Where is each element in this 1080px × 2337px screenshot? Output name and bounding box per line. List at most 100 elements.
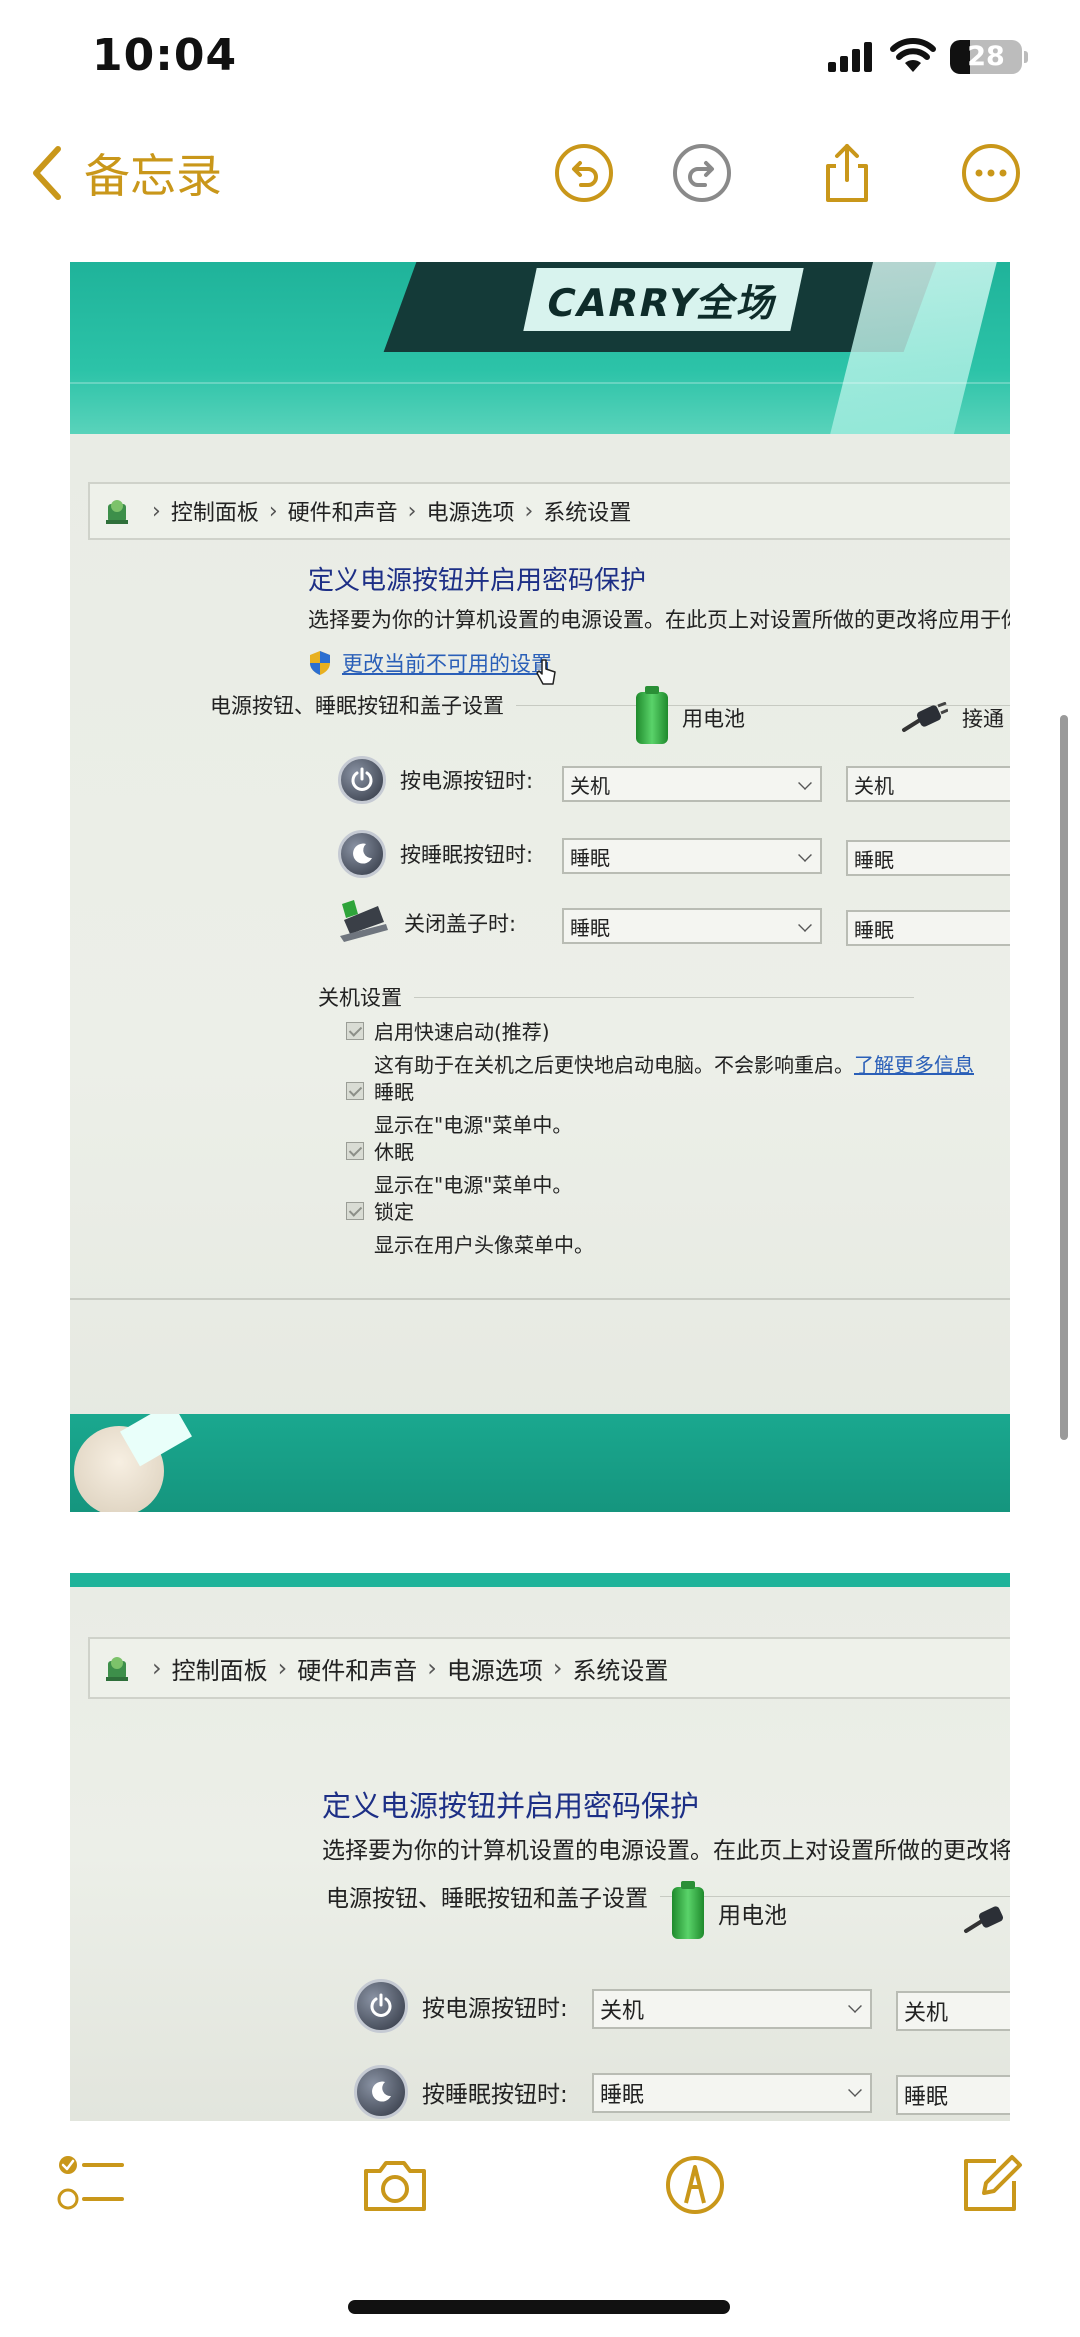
undo-icon — [555, 144, 613, 202]
row-label: 按睡眠按钮时: — [400, 843, 534, 867]
checkbox-fast-startup[interactable]: 启用快速启动(推荐) 这有助于在关机之后更快地启动电脑。不会影响重启。了解更多信… — [346, 1016, 974, 1078]
note-photo-2[interactable]: › 控制面板 › 硬件和声音 › 电源选项 › 系统设置 定义电源按钮并启用密码… — [70, 1573, 1010, 2121]
change-settings-link: 更改当前不可用的设置 — [308, 640, 556, 686]
row-power-button: 按电源按钮时: — [354, 1979, 568, 2033]
checkbox-desc: 显示在"电源"菜单中。 — [374, 1113, 573, 1137]
home-indicator[interactable] — [348, 2300, 730, 2314]
status-bar: 10:04 28 — [0, 0, 1080, 120]
chevron-left-icon — [33, 146, 61, 200]
window-description: 选择要为你的计算机设置的电源设置。在此页上对设置所做的更改将应用于你 — [308, 608, 1010, 632]
checklist-icon — [57, 2156, 124, 2210]
checkbox-lock[interactable]: 锁定 显示在用户头像菜单中。 — [346, 1196, 594, 1258]
breadcrumb-item: 硬件和声音 — [297, 1656, 418, 1685]
laptop-lid-icon — [340, 900, 388, 942]
sleep-button-battery-select[interactable]: 睡眠 — [592, 2073, 872, 2113]
learn-more-link[interactable]: 了解更多信息 — [854, 1053, 974, 1077]
compose-icon — [964, 2155, 1022, 2211]
breadcrumb-item: 系统设置 — [543, 501, 632, 526]
checkbox[interactable] — [346, 1021, 364, 1040]
checkbox-label: 锁定 — [374, 1200, 414, 1224]
power-button-battery-select[interactable]: 关机 — [592, 1989, 872, 2029]
cellular-signal-icon — [828, 42, 872, 72]
control-panel-icon — [106, 1657, 128, 1681]
close-lid-plugged-select[interactable]: 睡眠 — [846, 910, 1010, 946]
status-time: 10:04 — [92, 30, 238, 81]
select-value: 关机 — [600, 1999, 645, 2024]
row-label: 按电源按钮时: — [422, 1996, 568, 2022]
window-title: 定义电源按钮并启用密码保护 — [308, 566, 647, 596]
wifi-icon — [890, 38, 936, 72]
checkbox[interactable] — [346, 1201, 364, 1220]
breadcrumb-item: 硬件和声音 — [287, 501, 398, 526]
select-value: 睡眠 — [570, 845, 610, 870]
breadcrumb: › 控制面板 › 硬件和声音 › 电源选项 › 系统设置 — [88, 482, 1010, 540]
select-value: 关机 — [904, 2001, 949, 2026]
share-button[interactable] — [816, 142, 878, 204]
scroll-indicator[interactable] — [1060, 715, 1068, 1440]
pen-markup-icon — [666, 2156, 724, 2214]
more-button[interactable] — [960, 142, 1022, 204]
plug-icon — [902, 702, 948, 732]
checkbox-label: 休眠 — [374, 1140, 414, 1164]
row-close-lid: 关闭盖子时: — [338, 900, 524, 946]
checkbox-desc: 显示在用户头像菜单中。 — [374, 1233, 594, 1257]
sleep-button-plugged-select[interactable]: 睡眠 — [896, 2075, 1010, 2115]
compose-button[interactable] — [956, 2153, 1026, 2217]
photo-banner-bottom — [70, 1414, 1010, 1512]
breadcrumb-item: 控制面板 — [170, 501, 259, 526]
breadcrumb-item: 系统设置 — [572, 1656, 669, 1685]
share-icon — [826, 144, 868, 202]
checkbox-hibernate[interactable]: 休眠 显示在"电源"菜单中。 — [346, 1136, 572, 1198]
sleep-button-plugged-select[interactable]: 睡眠 — [846, 840, 1010, 876]
column-battery: 用电池 — [672, 1881, 787, 1939]
checkbox-sleep[interactable]: 睡眠 显示在"电源"菜单中。 — [346, 1076, 572, 1138]
group-label-shutdown: 关机设置 — [318, 982, 914, 1012]
close-lid-battery-select[interactable]: 睡眠 — [562, 908, 822, 944]
battery-icon: 28 — [950, 40, 1022, 74]
row-label: 按睡眠按钮时: — [422, 2082, 568, 2108]
select-value: 关机 — [854, 773, 894, 798]
checkbox-desc: 显示在"电源"菜单中。 — [374, 1173, 573, 1197]
group-label-power-buttons: 电源按钮、睡眠按钮和盖子设置 — [210, 690, 1010, 720]
undo-button[interactable] — [553, 142, 615, 204]
note-photo-1[interactable]: CARRY全场 › 控制面板 › 硬件和声音 › 电源选项 › 系统设置 定义电… — [70, 262, 1010, 1512]
battery-column-icon — [636, 686, 668, 744]
breadcrumb-item: 电源选项 — [446, 1656, 543, 1685]
checkbox[interactable] — [346, 1081, 364, 1100]
uac-shield-icon — [310, 651, 330, 675]
power-button-battery-select[interactable]: 关机 — [562, 766, 822, 802]
more-icon — [962, 144, 1020, 202]
select-value: 睡眠 — [904, 2085, 949, 2110]
group-label-power-buttons: 电源按钮、睡眠按钮和盖子设置 — [326, 1879, 1010, 1913]
power-button-plugged-select[interactable]: 关机 — [846, 766, 1010, 802]
photo-banner: CARRY全场 — [70, 262, 1010, 442]
camera-icon — [364, 2161, 426, 2211]
control-panel-window: › 控制面板 › 硬件和声音 › 电源选项 › 系统设置 定义电源按钮并启用密码… — [70, 434, 1010, 1512]
row-sleep-button: 按睡眠按钮时: — [338, 830, 534, 878]
breadcrumb: › 控制面板 › 硬件和声音 › 电源选项 › 系统设置 — [88, 1637, 1010, 1699]
camera-button[interactable] — [360, 2153, 430, 2217]
select-value: 睡眠 — [854, 847, 894, 872]
select-value: 睡眠 — [570, 915, 610, 940]
redo-button[interactable] — [671, 142, 733, 204]
power-icon — [354, 1979, 408, 2033]
window-divider — [70, 1298, 1010, 1300]
select-value: 关机 — [570, 773, 610, 798]
markup-button[interactable] — [660, 2153, 730, 2217]
select-value: 睡眠 — [600, 2083, 645, 2108]
control-panel-icon — [106, 500, 128, 524]
back-button[interactable]: 备忘录 — [30, 140, 222, 206]
column-plugged: 接通 — [900, 702, 1004, 734]
checkbox-label: 启用快速启动(推荐) — [374, 1020, 550, 1044]
sleep-icon — [354, 2065, 408, 2119]
column-battery: 用电池 — [636, 686, 745, 744]
window-description: 选择要为你的计算机设置的电源设置。在此页上对设置所做的更改将应 — [322, 1838, 1010, 1864]
checkbox-label: 睡眠 — [374, 1080, 414, 1104]
checkbox[interactable] — [346, 1141, 364, 1160]
sleep-button-battery-select[interactable]: 睡眠 — [562, 838, 822, 874]
breadcrumb-item: 控制面板 — [171, 1656, 268, 1685]
hand-cursor-icon — [536, 659, 556, 685]
checklist-button[interactable] — [56, 2153, 126, 2217]
battery-level: 28 — [967, 41, 1005, 72]
power-button-plugged-select[interactable]: 关机 — [896, 1991, 1010, 2031]
